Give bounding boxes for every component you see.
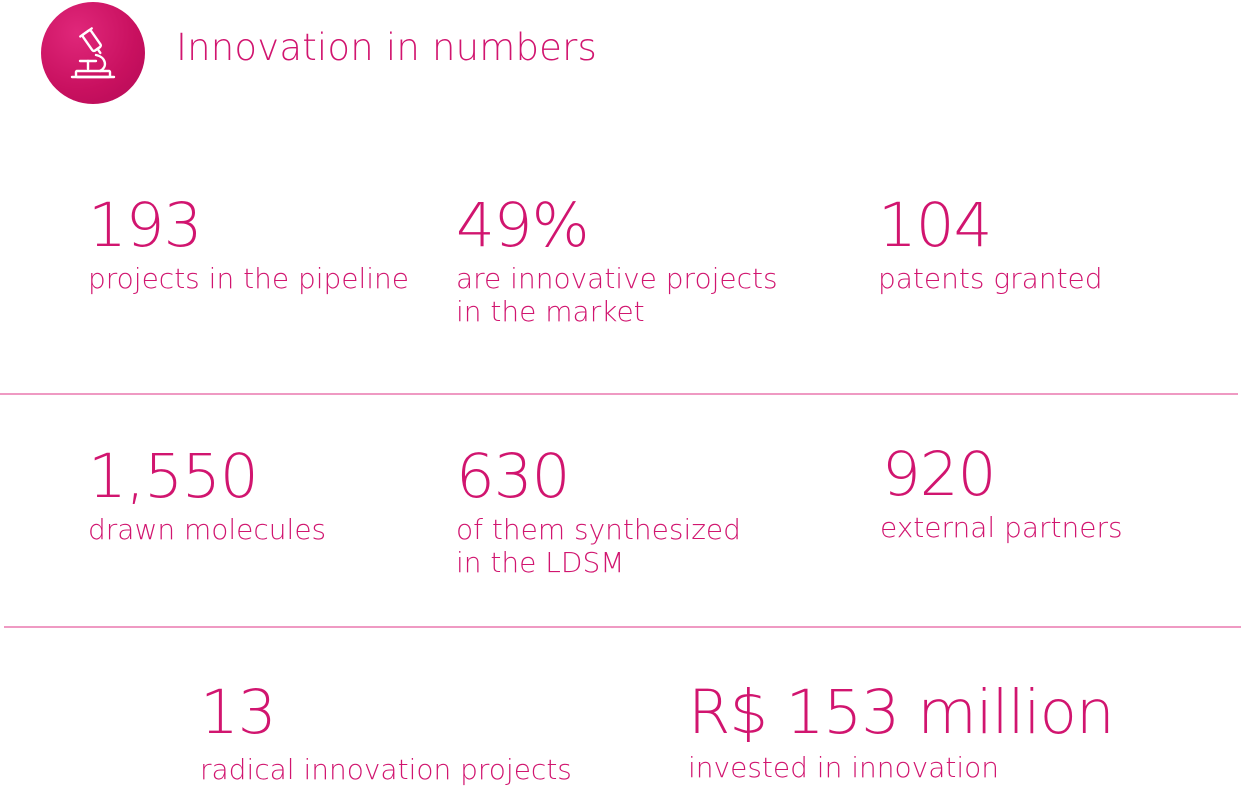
stat-value: 104	[878, 190, 992, 261]
stat-label: drawn molecules	[88, 513, 327, 546]
stat-value: 1,550	[88, 441, 259, 512]
stat-invested: R$ 153 million invested in innovation	[688, 677, 1115, 784]
stat-value: 13	[200, 677, 277, 748]
stat-label: radical innovation projects	[200, 753, 572, 786]
stat-label: invested in innovation	[688, 751, 999, 784]
stat-projects-pipeline: 193 projects in the pipeline	[88, 195, 409, 295]
stat-radical-projects: 13 radical innovation projects	[200, 682, 572, 786]
stat-value: 193	[88, 190, 202, 261]
stat-value: R$ 153 million	[688, 677, 1115, 748]
page-title: Innovation in numbers	[176, 26, 598, 69]
header-badge	[41, 2, 145, 104]
stat-value: 630	[456, 441, 570, 512]
stat-value: 49%	[456, 190, 590, 261]
stat-label: projects in the pipeline	[88, 262, 410, 295]
microscope-icon	[70, 27, 116, 79]
section-divider	[0, 393, 1238, 395]
stat-patents-granted: 104 patents granted	[878, 195, 1103, 295]
stat-label: external partners	[880, 511, 1123, 544]
section-divider	[4, 626, 1241, 628]
stat-synthesized: 630 of them synthesized in the LDSM	[456, 446, 741, 579]
stat-value: 920	[882, 439, 996, 510]
stat-drawn-molecules: 1,550 drawn molecules	[88, 446, 326, 546]
stat-label: are innovative projects in the market	[456, 262, 778, 328]
stat-innovative-projects: 49% are innovative projects in the marke…	[456, 195, 778, 328]
stat-label: of them synthesized in the LDSM	[456, 513, 741, 579]
stat-external-partners: 920 external partners	[880, 439, 1123, 544]
stat-label: patents granted	[878, 262, 1103, 295]
